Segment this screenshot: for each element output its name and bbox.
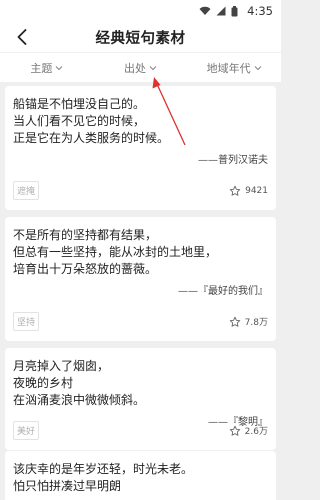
quote-card[interactable]: 不是所有的坚持都有结果， 但总有一些坚持，能从冰封的土地里， 培育出十万朵怒放的…: [5, 217, 276, 341]
back-button[interactable]: [12, 27, 32, 47]
quote-text: 船锚是不怕埋没自己的。 当人们看不见它的时候， 正是它在为人类服务的时候。: [13, 97, 170, 145]
card-footer: 美好 2.6万: [13, 421, 268, 440]
quote-text: 月亮掉入了烟囱， 夜晚的乡村 在汹涌麦浪中微微倾斜。: [13, 359, 146, 407]
star-outline-icon: [229, 425, 240, 436]
card-footer: 坚持 7.8万: [13, 312, 268, 331]
tag-badge[interactable]: 遮掩: [13, 181, 40, 200]
card-footer: 遮掩 9421: [13, 181, 268, 200]
star-outline-icon: [229, 316, 240, 327]
filter-source[interactable]: 出处: [94, 60, 188, 76]
page-title: 经典短句素材: [95, 30, 186, 47]
signal-icon: [216, 6, 226, 16]
chevron-down-icon: [254, 65, 262, 70]
like-button[interactable]: 7.8万: [229, 315, 268, 328]
filter-bar: 主题 出处 地域年代: [0, 52, 281, 82]
quote-source: ——『最好的我们』: [178, 286, 268, 297]
quote-text: 该庆幸的是年岁还轻，时光未老。 怕只怕拼凑过早明朗: [13, 462, 194, 493]
filter-label: 主题: [30, 61, 53, 75]
filter-theme[interactable]: 主题: [0, 60, 94, 76]
wifi-icon: [199, 6, 211, 15]
chevron-down-icon: [55, 65, 63, 70]
quote-card[interactable]: 船锚是不怕埋没自己的。 当人们看不见它的时候， 正是它在为人类服务的时候。 ——…: [5, 86, 276, 210]
status-time: 4:35: [247, 4, 273, 18]
star-outline-icon: [229, 185, 241, 196]
tag-badge[interactable]: 坚持: [13, 312, 40, 331]
app-bar: 经典短句素材: [0, 22, 281, 52]
status-bar: 4:35: [0, 0, 281, 22]
filter-label: 出处: [124, 61, 146, 75]
battery-icon: [231, 5, 238, 16]
like-count: 7.8万: [244, 318, 268, 328]
like-count: 9421: [245, 185, 268, 196]
quote-card[interactable]: 该庆幸的是年岁还轻，时光未老。 怕只怕拼凑过早明朗: [5, 451, 276, 500]
quote-text: 不是所有的坚持都有结果， 但总有一些坚持，能从冰封的土地里， 培育出十万朵怒放的…: [13, 228, 218, 276]
chevron-down-icon: [149, 65, 157, 70]
filter-label: 地域年代: [206, 61, 251, 75]
tag-badge[interactable]: 美好: [13, 421, 40, 440]
quote-source: ——普列汉诺夫: [198, 155, 268, 166]
like-button[interactable]: 2.6万: [229, 424, 268, 437]
quote-card[interactable]: 月亮掉入了烟囱， 夜晚的乡村 在汹涌麦浪中微微倾斜。 ——『黎明』 美好 2.6…: [5, 348, 276, 450]
back-arrow-icon: [17, 29, 27, 45]
like-count: 2.6万: [244, 427, 268, 437]
filter-region-era[interactable]: 地域年代: [187, 60, 281, 76]
like-button[interactable]: 9421: [229, 185, 268, 197]
